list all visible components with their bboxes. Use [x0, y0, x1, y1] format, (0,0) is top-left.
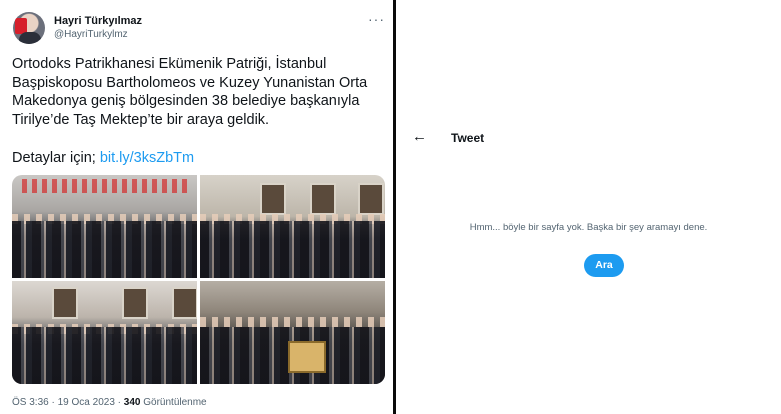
page-title: Tweet	[451, 131, 485, 145]
views-count: 340	[123, 397, 141, 408]
tweet-text-line: Tirilye’de Taş Mektep’te bir araya geldi…	[12, 111, 270, 128]
not-found-panel: ← Tweet Hmm... böyle bir sayfa yok. Başk…	[396, 0, 781, 414]
photo-4[interactable]	[200, 281, 385, 384]
details-prefix: Detaylar için;	[12, 150, 96, 166]
tweet-text-line: Başpiskoposu Bartholomeos ve Kuzey Yunan…	[12, 74, 368, 91]
details-line: Detaylar için; bit.ly/3ksZbTm	[12, 150, 194, 166]
tweet-date[interactable]: 19 Oca 2023	[58, 397, 115, 408]
tweet-link[interactable]: bit.ly/3ksZbTm	[100, 150, 194, 166]
photo-3[interactable]	[12, 281, 197, 384]
photo-2[interactable]	[200, 175, 385, 278]
photo-1[interactable]	[12, 175, 197, 278]
views-label: Görüntülenme	[143, 397, 207, 408]
tweet-text-line: Makedonya geniş bölgesinden 38 belediye …	[12, 93, 360, 109]
more-horizontal-icon[interactable]: ···	[368, 12, 385, 26]
empty-state-message: Hmm... böyle bir sayfa yok. Başka bir şe…	[469, 222, 708, 233]
tweet-meta: ÖS 3:36 · 19 Oca 2023 · 340 Görüntülenme	[12, 397, 207, 408]
tweet-text: Ortodoks Patrikhanesi Ekümenik Patriği, …	[12, 55, 387, 129]
tweet-text-line: Ortodoks Patrikhanesi Ekümenik Patriği, …	[12, 56, 327, 72]
tweet-panel: Hayri Türkyılmaz @HayriTurkylmz ··· Orto…	[0, 0, 393, 414]
author-name[interactable]: Hayri Türkyılmaz	[54, 15, 142, 27]
photo-grid	[12, 175, 385, 384]
author-handle[interactable]: @HayriTurkylmz	[54, 29, 128, 40]
tweet-time[interactable]: ÖS 3:36	[12, 397, 49, 408]
back-arrow-icon[interactable]: ←	[412, 128, 427, 145]
framed-document	[288, 341, 326, 373]
search-button[interactable]: Ara	[584, 254, 624, 277]
avatar[interactable]	[13, 12, 45, 44]
